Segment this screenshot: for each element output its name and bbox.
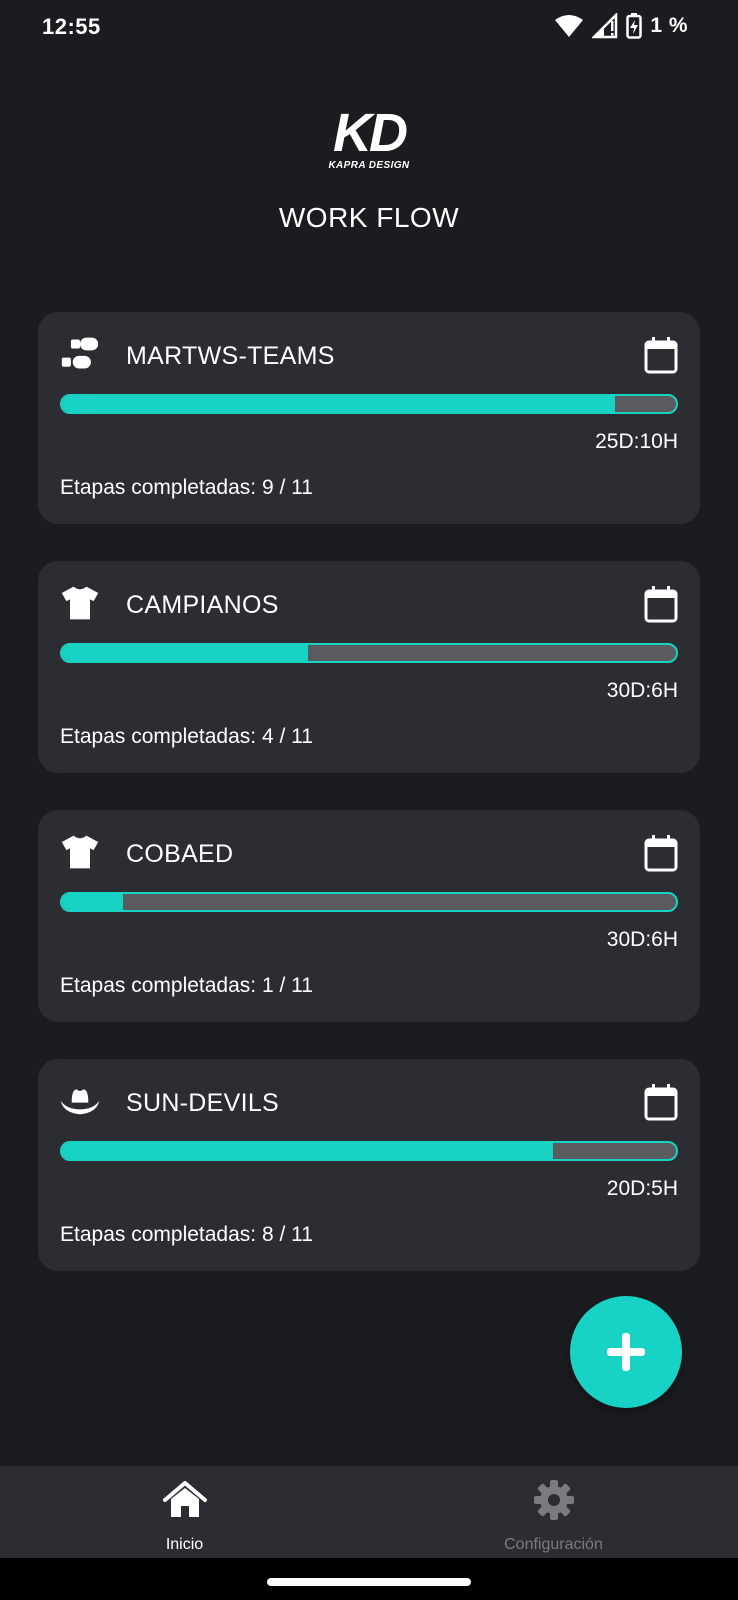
workflow-card[interactable]: CAMPIANOS 30D:6H Etapas completadas: 4 /… — [38, 561, 700, 773]
calendar-icon[interactable] — [644, 1083, 678, 1121]
wifi-icon — [555, 15, 584, 37]
home-icon — [162, 1480, 207, 1520]
tshirt-icon — [60, 583, 100, 623]
calendar-icon[interactable] — [644, 336, 678, 374]
stages-completed: Etapas completadas: 8 / 11 — [60, 1223, 313, 1246]
shoes-icon — [60, 334, 100, 374]
card-title: MARTWS-TEAMS — [126, 342, 335, 370]
logo-mark: KD — [333, 103, 408, 163]
nav-label-home: Inicio — [165, 1536, 204, 1553]
page-title: WORK FLOW — [278, 202, 460, 233]
progress-fill — [62, 1143, 554, 1159]
nav-label-settings: Configuración — [504, 1536, 603, 1553]
status-time: 12:55 — [42, 14, 101, 39]
bottom-navigation: Inicio Configuración — [0, 1466, 738, 1558]
status-bar: 12:55 1 % — [0, 0, 738, 56]
workflow-list: MARTWS-TEAMS 25D:10H Etapas completadas:… — [38, 312, 700, 1308]
nav-item-settings[interactable]: Configuración — [369, 1466, 738, 1558]
logo-subtitle: KAPRA DESIGN — [328, 160, 410, 171]
card-title: SUN-DEVILS — [126, 1089, 280, 1117]
plus-icon — [607, 1333, 645, 1371]
progress-bar — [60, 643, 678, 663]
app-screen: 12:55 1 % KD KAPRA DESIGN WORK FLOW MART… — [0, 0, 738, 1600]
time-remaining: 30D:6H — [606, 679, 678, 702]
add-workflow-button[interactable] — [570, 1296, 682, 1408]
time-remaining: 30D:6H — [606, 928, 678, 951]
progress-fill — [62, 645, 308, 661]
card-title: CAMPIANOS — [126, 591, 279, 619]
cell-signal-icon — [592, 13, 618, 39]
progress-fill — [62, 894, 124, 910]
gesture-handle[interactable] — [267, 1578, 471, 1586]
nav-item-home[interactable]: Inicio — [0, 1466, 369, 1558]
calendar-icon[interactable] — [644, 834, 678, 872]
progress-fill — [62, 396, 615, 412]
gear-icon — [532, 1480, 576, 1520]
time-remaining: 20D:5H — [606, 1177, 678, 1200]
battery-percent: 1 % — [650, 14, 688, 37]
cowboy-hat-icon — [60, 1081, 100, 1121]
progress-bar — [60, 1141, 678, 1161]
workflow-card[interactable]: COBAED 30D:6H Etapas completadas: 1 / 11 — [38, 810, 700, 1022]
workflow-card[interactable]: SUN-DEVILS 20D:5H Etapas completadas: 8 … — [38, 1059, 700, 1271]
stages-completed: Etapas completadas: 4 / 11 — [60, 725, 313, 748]
status-icons: 1 % — [554, 13, 688, 39]
progress-bar — [60, 394, 678, 414]
battery-charging-icon — [626, 13, 643, 39]
tshirt-icon — [60, 832, 100, 872]
stages-completed: Etapas completadas: 1 / 11 — [60, 974, 313, 997]
card-title: COBAED — [126, 840, 234, 868]
stages-completed: Etapas completadas: 9 / 11 — [60, 476, 313, 499]
progress-bar — [60, 892, 678, 912]
app-logo: KD KAPRA DESIGN — [319, 103, 419, 174]
time-remaining: 25D:10H — [595, 430, 678, 453]
workflow-card[interactable]: MARTWS-TEAMS 25D:10H Etapas completadas:… — [38, 312, 700, 524]
calendar-icon[interactable] — [644, 585, 678, 623]
